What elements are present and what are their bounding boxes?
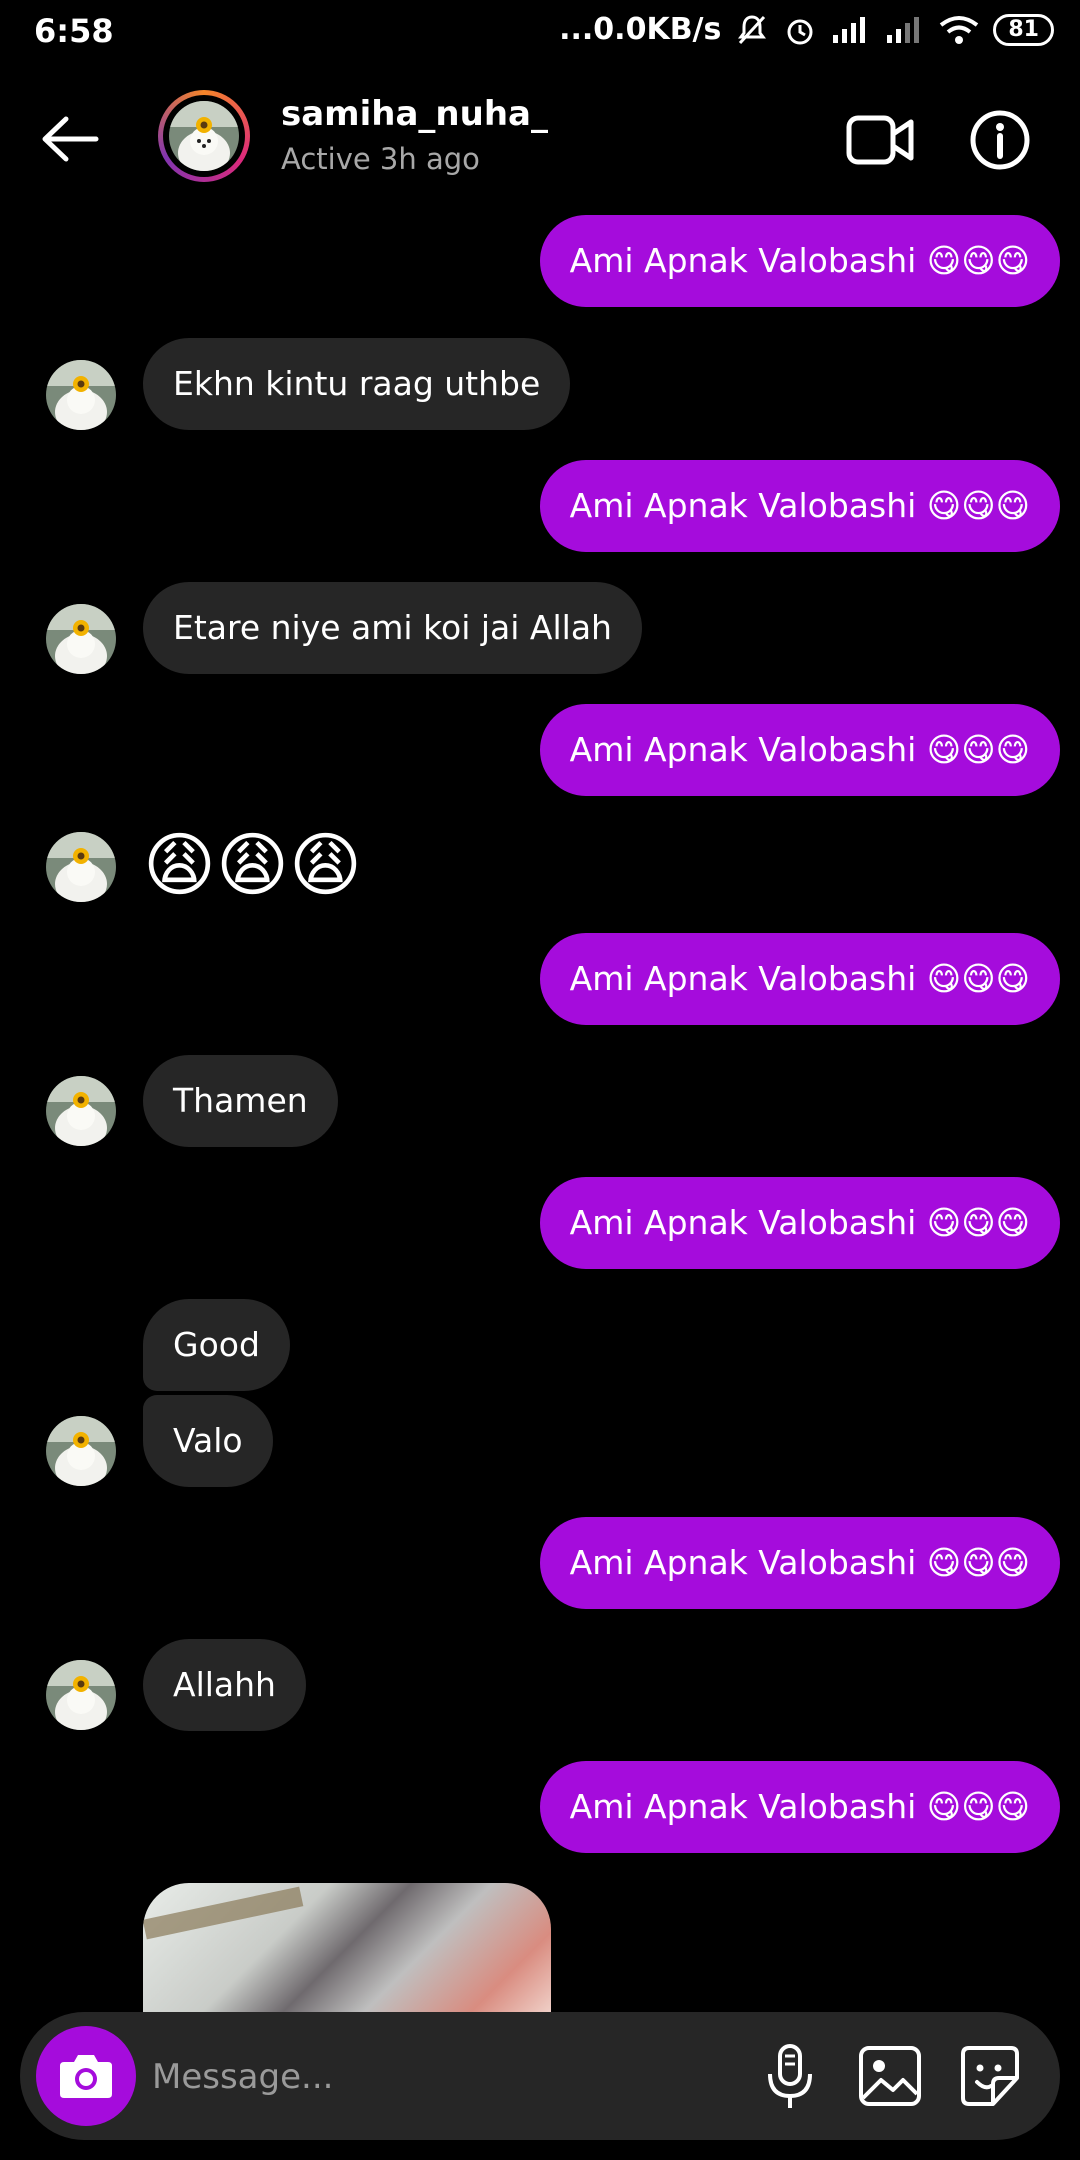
sender-avatar[interactable] bbox=[46, 1416, 116, 1486]
sticker-icon[interactable] bbox=[955, 2040, 1025, 2112]
message-bubble-incoming[interactable]: Ekhn kintu raag uthbe bbox=[143, 338, 571, 430]
message-bubble-incoming[interactable]: Thamen bbox=[143, 1055, 338, 1147]
message-bubble-outgoing[interactable]: Ami Apnak Valobashi 😋😋😋 bbox=[539, 933, 1060, 1025]
video-call-icon[interactable] bbox=[845, 108, 915, 172]
chat-username[interactable]: samiha_nuha_ bbox=[281, 94, 548, 134]
status-time: 6:58 bbox=[34, 12, 114, 50]
sender-avatar[interactable] bbox=[46, 1076, 116, 1146]
emoji-message[interactable]: 😩😩😩 bbox=[143, 820, 362, 910]
info-icon[interactable] bbox=[965, 108, 1035, 172]
message-bubble-incoming[interactable]: Valo bbox=[143, 1395, 273, 1487]
profile-avatar[interactable] bbox=[158, 90, 250, 182]
signal-icon-2 bbox=[887, 16, 920, 43]
message-bubble-outgoing[interactable]: Ami Apnak Valobashi 😋😋😋 bbox=[539, 460, 1060, 552]
sender-avatar[interactable] bbox=[46, 832, 116, 902]
microphone-icon[interactable] bbox=[755, 2040, 825, 2112]
message-input[interactable] bbox=[150, 2046, 714, 2108]
message-bubble-outgoing[interactable]: Ami Apnak Valobashi 😋😋😋 bbox=[539, 1177, 1060, 1269]
message-composer bbox=[20, 2012, 1060, 2140]
active-status: Active 3h ago bbox=[281, 142, 480, 176]
camera-icon bbox=[60, 2055, 112, 2098]
camera-button[interactable] bbox=[36, 2026, 136, 2126]
status-bar: 6:58 ...0.0KB/s 81 bbox=[0, 0, 1080, 64]
message-bubble-incoming[interactable]: Allahh bbox=[143, 1639, 306, 1731]
message-bubble-outgoing[interactable]: Ami Apnak Valobashi 😋😋😋 bbox=[539, 704, 1060, 796]
message-bubble-outgoing[interactable]: Ami Apnak Valobashi 😋😋😋 bbox=[539, 1517, 1060, 1609]
gallery-icon[interactable] bbox=[855, 2040, 925, 2112]
mute-icon bbox=[738, 14, 767, 44]
message-bubble-incoming[interactable]: Good bbox=[143, 1299, 290, 1391]
photo-message[interactable] bbox=[143, 1883, 551, 2013]
status-indicators: ...0.0KB/s 81 bbox=[559, 12, 1054, 47]
sender-avatar[interactable] bbox=[46, 604, 116, 674]
message-bubble-outgoing[interactable]: Ami Apnak Valobashi 😋😋😋 bbox=[539, 1761, 1060, 1853]
alarm-icon bbox=[787, 19, 813, 44]
sender-avatar[interactable] bbox=[46, 360, 116, 430]
signal-icon bbox=[833, 16, 866, 43]
battery-indicator: 81 bbox=[993, 13, 1054, 46]
network-speed: ...0.0KB/s bbox=[559, 12, 722, 47]
message-bubble-incoming[interactable]: Etare niye ami koi jai Allah bbox=[143, 582, 642, 674]
sender-avatar[interactable] bbox=[46, 1660, 116, 1730]
message-bubble-outgoing[interactable]: Ami Apnak Valobashi 😋😋😋 bbox=[539, 215, 1060, 307]
wifi-icon bbox=[940, 15, 979, 44]
chat-header: samiha_nuha_ Active 3h ago bbox=[0, 64, 1080, 214]
avatar-image bbox=[169, 101, 239, 171]
back-arrow-icon[interactable] bbox=[40, 114, 100, 164]
